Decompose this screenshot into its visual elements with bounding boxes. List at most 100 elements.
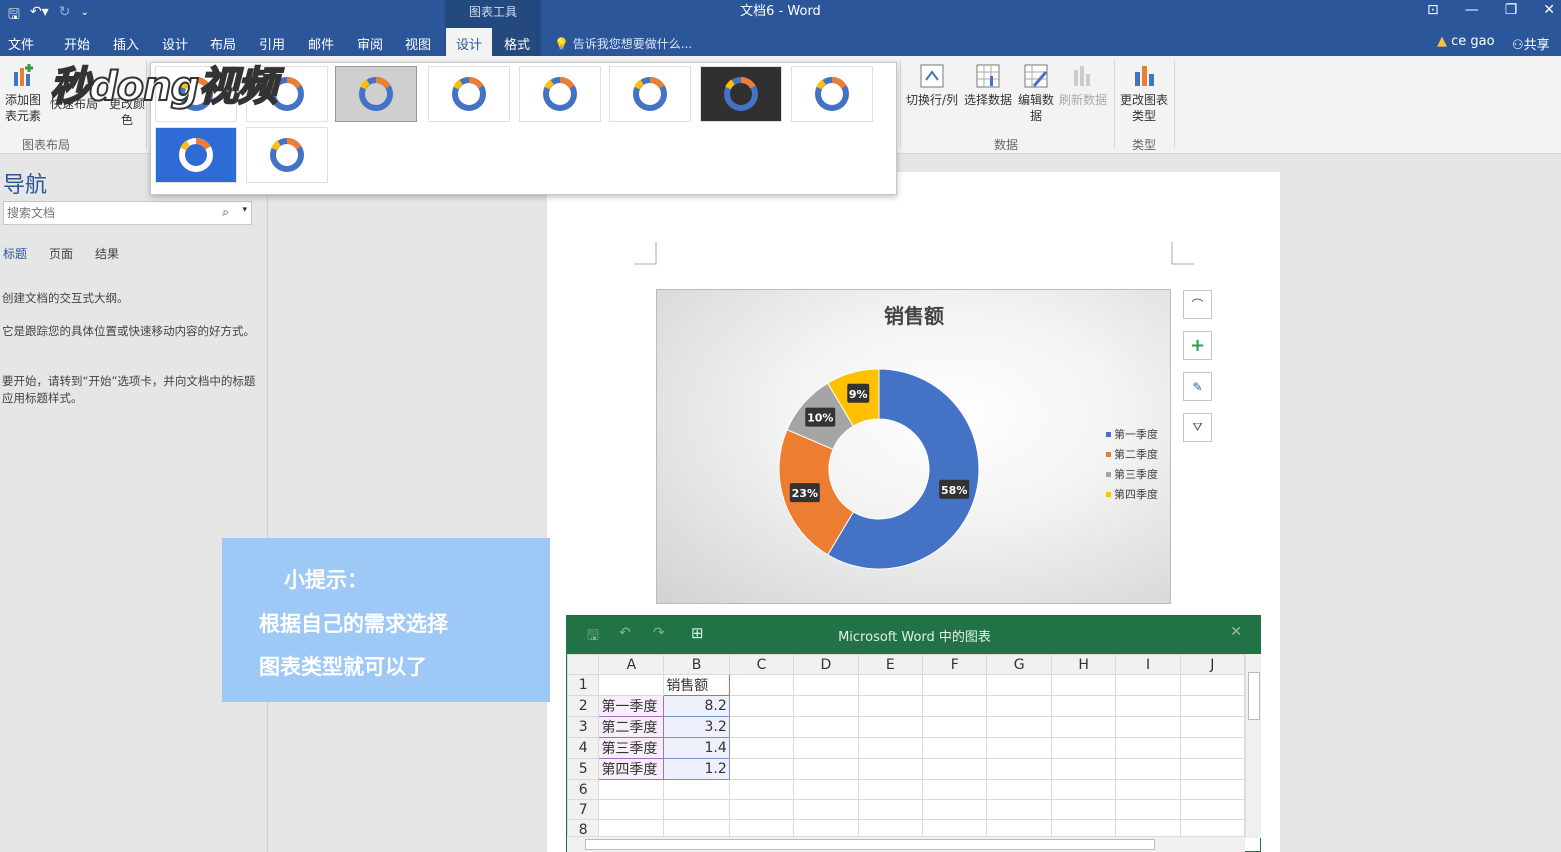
tab-file[interactable]: 文件 (8, 34, 34, 53)
sheet-cell[interactable] (1179, 758, 1245, 780)
layout-options-button[interactable]: ⌒ (1183, 290, 1212, 319)
edit-data-button[interactable]: 编辑数据 (1016, 62, 1056, 124)
column-header[interactable]: B (663, 654, 730, 675)
refresh-data-button[interactable]: 刷新数据 (1056, 62, 1110, 108)
tab-view[interactable]: 视图 (405, 34, 431, 53)
change-chart-type-button[interactable]: 更改图表类型 (1118, 62, 1170, 124)
row-header[interactable]: 7 (567, 799, 600, 820)
row-header[interactable]: 3 (567, 716, 600, 738)
sheet-cell[interactable] (793, 695, 859, 717)
sheet-cell[interactable] (1050, 799, 1117, 820)
sheet-cell[interactable] (922, 758, 988, 780)
horizontal-scrollbar[interactable] (567, 836, 1245, 852)
sheet-cell[interactable]: 8.2 (663, 695, 730, 717)
minimize-icon[interactable]: — (1465, 2, 1479, 18)
sheet-cell[interactable] (793, 674, 859, 696)
chart-style-thumb-4[interactable] (428, 66, 510, 122)
redo-icon[interactable]: ↻ (59, 4, 71, 28)
vertical-scrollbar[interactable] (1245, 654, 1261, 838)
chart-style-thumb-7[interactable] (700, 66, 782, 122)
column-header[interactable]: D (793, 654, 859, 675)
row-header[interactable]: 5 (567, 758, 600, 780)
save-icon[interactable]: 🖫 (8, 4, 20, 28)
chart-style-thumb-5[interactable] (519, 66, 601, 122)
row-header[interactable]: 1 (567, 674, 600, 696)
sheet-cell[interactable] (986, 779, 1052, 800)
sheet-cell[interactable]: 第二季度 (598, 716, 665, 738)
tab-references[interactable]: 引用 (259, 34, 285, 53)
column-header[interactable]: G (986, 654, 1052, 675)
sheet-cell[interactable] (728, 799, 795, 820)
nav-tab-results[interactable]: 结果 (95, 245, 119, 262)
row-header[interactable]: 2 (567, 695, 600, 717)
chart-style-thumb-9[interactable] (155, 127, 237, 183)
sheet-cell[interactable]: 1.2 (663, 758, 730, 780)
chart-style-thumb-10[interactable] (246, 127, 328, 183)
nav-search-input[interactable] (4, 202, 214, 224)
sheet-cell[interactable] (922, 716, 988, 738)
sheet-cell[interactable]: 第一季度 (598, 695, 665, 717)
sheet-cell[interactable] (663, 799, 730, 820)
chart-styles-button[interactable]: ✎ (1183, 372, 1212, 401)
sheet-cell[interactable] (857, 758, 924, 780)
sheet-cell[interactable] (986, 737, 1052, 759)
sheet-cell[interactable] (598, 779, 665, 800)
donut-chart[interactable]: 销售额 58% 23% 10% 9% 第一季度 第二季度 第三季度 第四季度 (656, 289, 1171, 604)
horizontal-scroll-thumb[interactable] (585, 839, 1155, 850)
sheet-cell[interactable] (1179, 737, 1245, 759)
sheet-cell[interactable] (793, 716, 859, 738)
nav-tab-headings[interactable]: 标题 (3, 245, 27, 262)
tab-design[interactable]: 设计 (162, 34, 188, 53)
column-header[interactable]: J (1179, 654, 1245, 675)
sheet-cell[interactable] (922, 779, 988, 800)
vertical-scroll-thumb[interactable] (1248, 672, 1260, 720)
tab-chart-design[interactable]: 设计 (446, 28, 493, 56)
sheet-cell[interactable]: 3.2 (663, 716, 730, 738)
sheet-cell[interactable]: 1.4 (663, 737, 730, 759)
sheet-cell[interactable] (598, 799, 665, 820)
sheet-cell[interactable] (857, 737, 924, 759)
ribbon-display-icon[interactable]: ⊡ (1427, 2, 1439, 18)
customize-qat-icon[interactable]: ⌄ (80, 4, 88, 28)
sheet-cell[interactable] (1050, 779, 1117, 800)
sheet-cell[interactable] (857, 716, 924, 738)
sheet-cell[interactable] (1179, 799, 1245, 820)
select-all-corner[interactable] (567, 654, 600, 675)
sheet-cell[interactable]: 销售额 (663, 674, 730, 696)
sheet-cell[interactable] (728, 737, 795, 759)
switch-row-column-button[interactable]: 切换行/列 (904, 62, 960, 108)
excel-close-icon[interactable]: ✕ (1230, 624, 1242, 640)
sheet-cell[interactable] (1115, 737, 1181, 759)
spreadsheet-grid[interactable]: A B C D E F G H I J 1 销售额 2 第一季度 8.2 3 第二季度 3.2 4 第三季度 1.4 5 第… (567, 654, 1245, 838)
sheet-cell[interactable] (793, 737, 859, 759)
sheet-cell[interactable] (986, 674, 1052, 696)
chart-style-thumb-8[interactable] (791, 66, 873, 122)
sheet-cell[interactable] (922, 674, 988, 696)
row-header[interactable]: 6 (567, 779, 600, 800)
row-header[interactable]: 4 (567, 737, 600, 759)
sheet-cell[interactable] (1115, 674, 1181, 696)
chart-style-thumb-3[interactable] (335, 66, 417, 122)
select-data-button[interactable]: 选择数据 (962, 62, 1014, 108)
sheet-cell[interactable] (1115, 695, 1181, 717)
sheet-cell[interactable] (793, 758, 859, 780)
sheet-cell[interactable] (1115, 716, 1181, 738)
search-icon[interactable]: ⌕ (222, 205, 229, 220)
tab-insert[interactable]: 插入 (113, 34, 139, 53)
tab-layout[interactable]: 布局 (210, 34, 236, 53)
user-account[interactable]: ▲ ce gao (1437, 34, 1495, 49)
sheet-cell[interactable] (986, 758, 1052, 780)
sheet-cell[interactable] (1050, 716, 1117, 738)
sheet-cell[interactable] (598, 674, 665, 696)
sheet-cell[interactable] (857, 779, 924, 800)
nav-tab-pages[interactable]: 页面 (49, 245, 73, 262)
sheet-cell[interactable] (1050, 758, 1117, 780)
sheet-cell[interactable] (857, 674, 924, 696)
column-header[interactable]: C (728, 654, 795, 675)
sheet-cell[interactable] (1179, 716, 1245, 738)
sheet-cell[interactable] (663, 779, 730, 800)
column-header[interactable]: F (922, 654, 988, 675)
sheet-cell[interactable] (922, 695, 988, 717)
sheet-cell[interactable] (1179, 695, 1245, 717)
sheet-cell[interactable] (986, 799, 1052, 820)
